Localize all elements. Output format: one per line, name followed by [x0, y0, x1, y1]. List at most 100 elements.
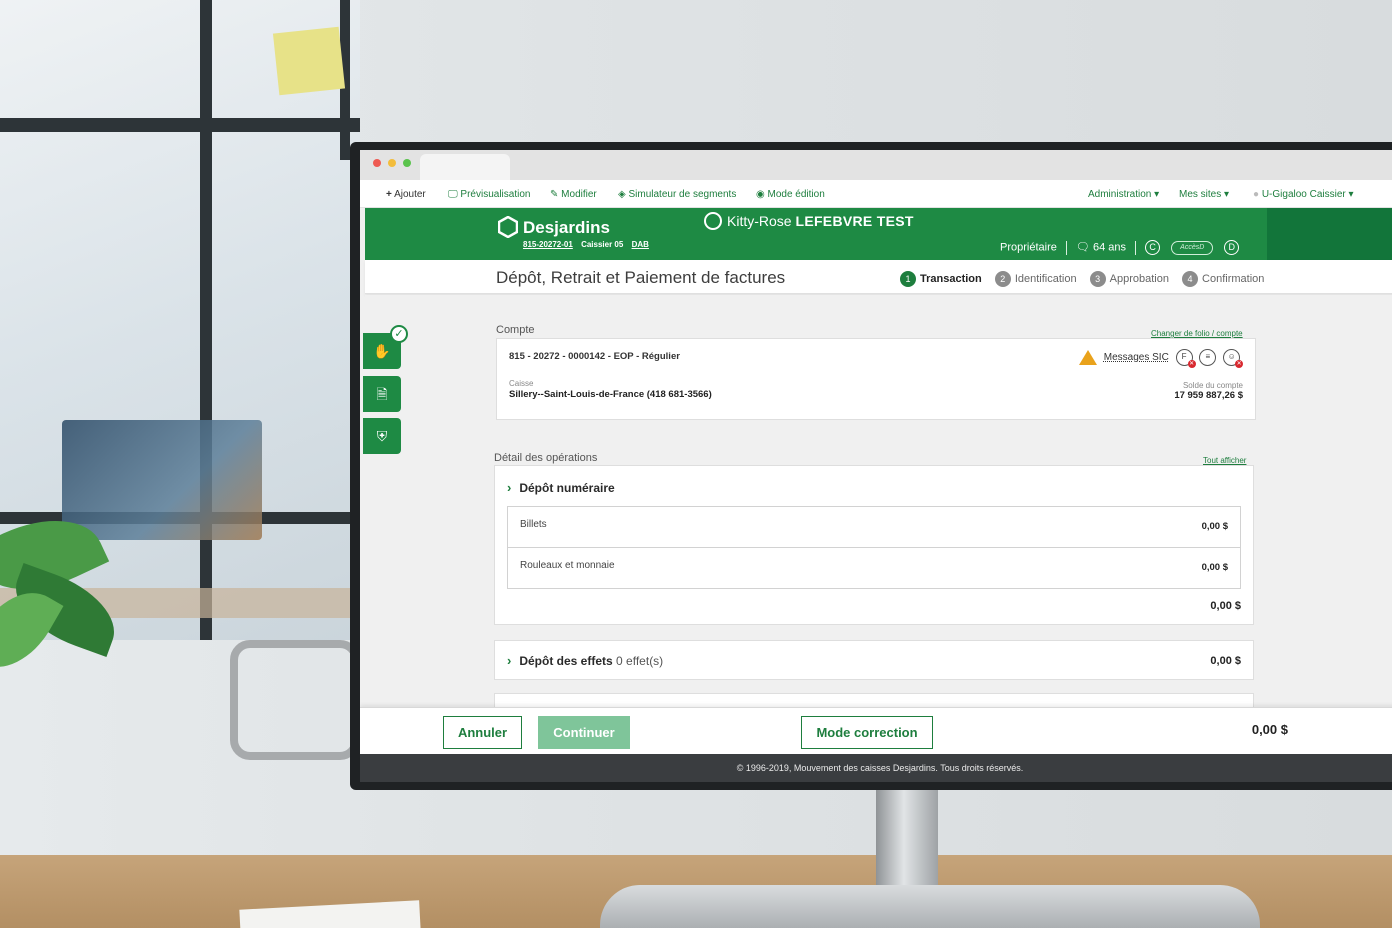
operations-section-label: Détail des opérations [494, 452, 598, 464]
minimize-window-button[interactable] [388, 159, 396, 167]
person-blocked-icon[interactable]: ☺ ✕ [1223, 349, 1244, 368]
user-menu[interactable]: ● U-Gigaloo Caissier ▾ [1253, 189, 1354, 200]
step-approbation: 3 Approbation [1089, 271, 1169, 287]
modify-label: Modifier [561, 189, 597, 200]
close-window-button[interactable] [373, 159, 381, 167]
plus-icon: + [386, 189, 392, 200]
branch-code[interactable]: 815-20272-01 [523, 240, 573, 249]
footer: © 1996-2019, Mouvement des caisses Desja… [360, 754, 1392, 782]
client-last-name: LEFEBVRE TEST [795, 213, 914, 229]
cash-deposit-panel: › Dépôt numéraire Billets 0,00 $ Rouleaux… [494, 465, 1254, 625]
main-content: Compte Changer de folio / compte 815 - 2… [365, 295, 1392, 713]
d-status-icon[interactable]: D [1224, 240, 1240, 255]
shield-check-icon[interactable]: ⛨ [363, 418, 401, 454]
header-accent [1267, 208, 1392, 260]
monitor-icon: 🖵 [448, 189, 458, 200]
client-header: Desjardins 815-20272-01 Caissier 05 DAB … [365, 208, 1392, 260]
simulator-button[interactable]: ◈ Simulateur de segments [618, 189, 736, 200]
cheque-deposit-toggle[interactable]: › Dépôt des effets 0 effet(s) [507, 653, 663, 668]
step-number: 2 [994, 271, 1011, 287]
monitor: + Ajouter 🖵 Prévisualisation ✎ Modifier … [350, 142, 1392, 790]
client-meta: Propriétaire 🗨 64 ans C AccèsD D [1000, 240, 1240, 255]
bills-label: Billets [520, 519, 547, 530]
accesd-badge[interactable]: AccèsD [1171, 240, 1214, 255]
cheque-deposit-panel[interactable]: › Dépôt des effets 0 effet(s) 0,00 $ [494, 640, 1254, 680]
bills-row[interactable]: Billets 0,00 $ [507, 506, 1241, 548]
step-transaction: 1 Transaction [900, 271, 982, 287]
caisse-label: Caisse [509, 379, 534, 388]
title-bar: Dépôt, Retrait et Paiement de factures 1… [365, 260, 1392, 294]
client-first-name: Kitty-Rose [727, 213, 792, 229]
coins-row[interactable]: Rouleaux et monnaie 0,00 $ [507, 547, 1241, 589]
top-toolbar: + Ajouter 🖵 Prévisualisation ✎ Modifier … [360, 180, 1392, 208]
edit-mode-label: Mode édition [767, 189, 825, 200]
sticky-note [272, 26, 346, 96]
list-icon[interactable]: ≡ [1199, 349, 1217, 366]
step-confirmation: 4 Confirmation [1182, 271, 1264, 287]
add-button[interactable]: + Ajouter [386, 189, 426, 200]
cash-deposit-title: Dépôt numéraire [519, 481, 615, 495]
browser-chrome [360, 150, 1392, 180]
maximize-window-button[interactable] [403, 159, 411, 167]
eye-icon: ◉ [756, 189, 765, 200]
my-sites-label: Mes sites [1179, 189, 1222, 200]
show-all-link[interactable]: Tout afficher [1203, 456, 1246, 465]
edit-mode-button[interactable]: ◉ Mode édition [756, 189, 825, 200]
client-age: 64 ans [1093, 241, 1127, 254]
account-number: 815 - 20272 - 0000142 - EOP - Régulier [509, 351, 680, 362]
screen: + Ajouter 🖵 Prévisualisation ✎ Modifier … [360, 150, 1392, 782]
simulator-label: Simulateur de segments [628, 189, 737, 200]
administration-label: Administration [1088, 189, 1152, 200]
warning-icon [1079, 350, 1097, 365]
balance-label: Solde du compte [1182, 381, 1243, 390]
dab-link[interactable]: DAB [632, 240, 649, 249]
chat-icon[interactable]: 🗨 [1076, 241, 1090, 253]
background-monitor [62, 420, 262, 540]
preview-button[interactable]: 🖵 Prévisualisation [448, 189, 530, 200]
divider [1065, 240, 1067, 255]
chevron-right-icon: › [507, 480, 512, 495]
caret-down-icon: ▾ [1224, 189, 1230, 200]
chevron-right-icon: › [507, 653, 512, 668]
continue-button[interactable]: Continuer [538, 716, 630, 749]
info-document-icon[interactable]: 🗎 [363, 376, 401, 412]
branch-info: 815-20272-01 Caissier 05 DAB [523, 240, 655, 249]
monitor-base [600, 885, 1260, 928]
diamond-icon: ◈ [618, 189, 626, 200]
page-title: Dépôt, Retrait et Paiement de factures [496, 268, 786, 287]
step-label: Confirmation [1202, 272, 1265, 285]
step-label: Approbation [1109, 272, 1169, 285]
step-label: Identification [1014, 272, 1077, 285]
sic-messages: Messages SIC F ✕ ≡ ☺ ✕ [1079, 349, 1244, 368]
step-label: Transaction [920, 272, 982, 285]
window-frame [0, 118, 360, 132]
account-card: 815 - 20272 - 0000142 - EOP - Régulier M… [496, 338, 1256, 420]
change-account-link[interactable]: Changer de folio / compte [1151, 329, 1243, 338]
browser-tab[interactable] [420, 154, 510, 180]
cheque-count: 0 effet(s) [616, 654, 664, 668]
step-number: 3 [1089, 271, 1106, 287]
c-status-icon[interactable]: C [1145, 240, 1161, 255]
cash-deposit-toggle[interactable]: › Dépôt numéraire [507, 480, 615, 495]
administration-menu[interactable]: Administration ▾ [1088, 189, 1159, 200]
progress-steps: 1 Transaction 2 Identification 3 Approbatio… [900, 271, 1274, 287]
background-chair [230, 640, 360, 760]
correction-mode-button[interactable]: Mode correction [801, 716, 933, 749]
fatca-icon[interactable]: F ✕ [1175, 349, 1196, 368]
monitor-stand [876, 782, 938, 897]
cash-deposit-total: 0,00 $ [1210, 600, 1241, 612]
window-frame [200, 0, 212, 640]
client-name[interactable]: Kitty-Rose LEFEBVRE TEST [727, 213, 914, 229]
cancel-button[interactable]: Annuler [443, 716, 522, 749]
modify-button[interactable]: ✎ Modifier [550, 189, 597, 200]
account-section-label: Compte [496, 324, 535, 336]
brand-name: Desjardins [523, 218, 610, 237]
step-identification: 2 Identification [994, 271, 1077, 287]
caret-down-icon: ▾ [1154, 189, 1160, 200]
sic-messages-link[interactable]: Messages SIC [1104, 352, 1169, 363]
user-label: U-Gigaloo Caissier [1261, 189, 1346, 200]
coins-label: Rouleaux et monnaie [520, 560, 615, 571]
my-sites-menu[interactable]: Mes sites ▾ [1179, 189, 1229, 200]
step-number: 4 [1182, 271, 1199, 287]
add-label: Ajouter [394, 189, 426, 200]
